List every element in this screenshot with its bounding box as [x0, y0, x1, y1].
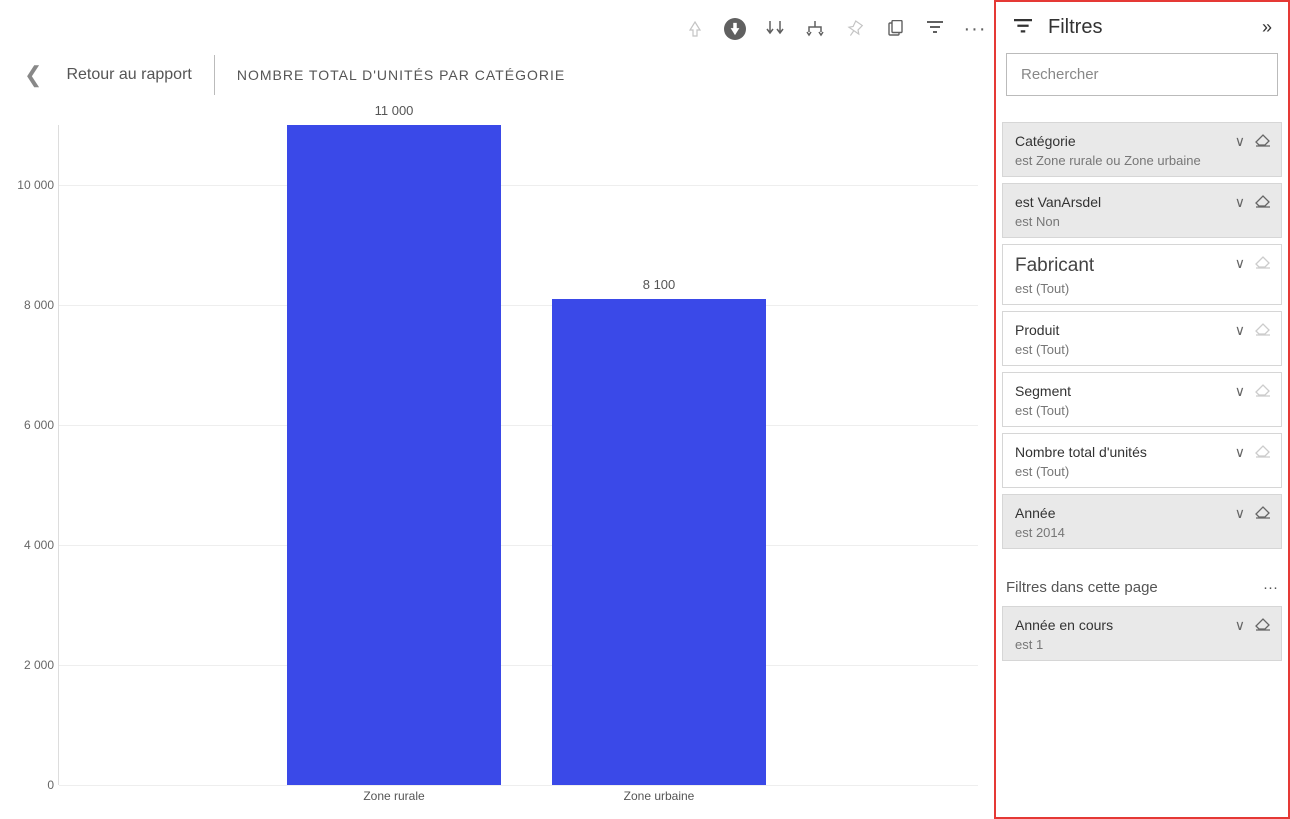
eraser-icon[interactable] [1255, 505, 1271, 519]
filter-card-segment[interactable]: Segment est (Tout) ∨ [1002, 372, 1282, 427]
chevron-down-icon[interactable]: ∨ [1235, 383, 1245, 400]
eraser-icon [1255, 255, 1271, 269]
double-arrow-down-icon [765, 20, 785, 38]
chevron-down-icon[interactable]: ∨ [1235, 133, 1245, 150]
copy-button[interactable] [884, 18, 906, 40]
y-axis: 02 0004 0006 0008 00010 000 [0, 125, 58, 785]
filter-value: est Zone rurale ou Zone urbaine [1015, 153, 1269, 168]
filter-value: est (Tout) [1015, 281, 1269, 296]
pin-icon [846, 20, 864, 38]
chevron-down-icon[interactable]: ∨ [1235, 505, 1245, 522]
search-input[interactable]: Rechercher [1006, 53, 1278, 96]
page-filters-label: Filtres dans cette page [1006, 579, 1158, 596]
grid-line [59, 425, 978, 426]
collapse-panel-button[interactable]: » [1262, 17, 1272, 38]
page-filters-list: Année en cours est 1 ∨ [1002, 606, 1282, 661]
chevron-down-icon[interactable]: ∨ [1235, 322, 1245, 339]
filter-name: Segment [1015, 383, 1269, 399]
y-tick-label: 2 000 [24, 658, 54, 672]
fork-down-icon [805, 20, 825, 38]
filter-card-cat-gorie[interactable]: Catégorie est Zone rurale ou Zone urbaine… [1002, 122, 1282, 177]
filter-value: est 1 [1015, 637, 1269, 652]
filters-title: Filtres [1048, 16, 1102, 39]
bar-value-label: 11 000 [375, 103, 414, 118]
ellipsis-icon: ··· [964, 24, 987, 34]
back-arrow-icon[interactable]: ❮ [24, 62, 42, 88]
filter-value: est 2014 [1015, 525, 1269, 540]
next-level-button[interactable] [764, 18, 786, 40]
visual-toolbar: ··· [684, 18, 986, 40]
grid-line [59, 785, 978, 786]
y-tick-label: 6 000 [24, 418, 54, 432]
back-to-report-link[interactable]: Retour au rapport [66, 66, 191, 84]
filter-name: Produit [1015, 322, 1269, 338]
drill-up-button[interactable] [684, 18, 706, 40]
y-tick-label: 4 000 [24, 538, 54, 552]
eraser-icon [1255, 383, 1271, 397]
grid-line [59, 305, 978, 306]
filter-name: Année en cours [1015, 617, 1269, 633]
filter-card-produit[interactable]: Produit est (Tout) ∨ [1002, 311, 1282, 366]
eraser-icon[interactable] [1255, 133, 1271, 147]
category-label: Zone urbaine [624, 789, 695, 803]
y-tick-label: 10 000 [17, 178, 54, 192]
expand-level-button[interactable] [804, 18, 826, 40]
filter-card-fabricant[interactable]: Fabricant est (Tout) ∨ [1002, 244, 1282, 305]
eraser-icon[interactable] [1255, 194, 1271, 208]
filter-name: Année [1015, 505, 1269, 521]
more-options-button[interactable]: ··· [964, 18, 986, 40]
filter-name: Nombre total d'unités [1015, 444, 1269, 460]
plot-area: 11 000Zone rurale8 100Zone urbaine [58, 125, 978, 785]
filter-name: Catégorie [1015, 133, 1269, 149]
chevron-down-icon[interactable]: ∨ [1235, 617, 1245, 634]
eraser-icon [1255, 444, 1271, 458]
grid-line [59, 185, 978, 186]
filter-value: est (Tout) [1015, 464, 1269, 479]
filter-value: est (Tout) [1015, 342, 1269, 357]
filter-card-est-vanarsdel[interactable]: est VanArsdel est Non ∨ [1002, 183, 1282, 238]
page-filters-header: Filtres dans cette page ··· [1006, 579, 1278, 596]
eraser-icon [1255, 322, 1271, 336]
bar-zone-rurale[interactable]: 11 000 [287, 125, 501, 785]
visual-filters-list: Catégorie est Zone rurale ou Zone urbaine… [1002, 122, 1282, 549]
grid-line [59, 545, 978, 546]
filters-panel-header: Filtres » [1002, 8, 1282, 39]
eraser-icon[interactable] [1255, 617, 1271, 631]
chevron-down-icon[interactable]: ∨ [1235, 194, 1245, 211]
arrow-down-icon [728, 22, 742, 36]
filter-name: Fabricant [1015, 255, 1269, 277]
funnel-icon [926, 21, 944, 37]
filter-card-ann-e[interactable]: Année est 2014 ∨ [1002, 494, 1282, 549]
filters-panel: Filtres » Rechercher Catégorie est Zone r… [994, 0, 1290, 819]
chevron-down-icon[interactable]: ∨ [1235, 255, 1245, 272]
chevron-down-icon[interactable]: ∨ [1235, 444, 1245, 461]
filter-card-ann-e-en-cours[interactable]: Année en cours est 1 ∨ [1002, 606, 1282, 661]
funnel-icon [1012, 19, 1034, 37]
main-report-area: ··· ❮ Retour au rapport NOMBRE TOTAL D'U… [0, 0, 994, 819]
filter-value: est (Tout) [1015, 403, 1269, 418]
grid-line [59, 665, 978, 666]
arrow-up-icon [687, 21, 703, 37]
drill-down-button[interactable] [724, 18, 746, 40]
bar-chart: 02 0004 0006 0008 00010 000 11 000Zone r… [0, 125, 990, 815]
y-tick-label: 0 [47, 778, 54, 792]
copy-icon [886, 20, 904, 38]
filter-button[interactable] [924, 18, 946, 40]
y-tick-label: 8 000 [24, 298, 54, 312]
page-filters-more-button[interactable]: ··· [1263, 579, 1278, 596]
breadcrumb-separator [214, 55, 215, 95]
chart-title: NOMBRE TOTAL D'UNITÉS PAR CATÉGORIE [237, 67, 565, 83]
filter-value: est Non [1015, 214, 1269, 229]
category-label: Zone rurale [363, 789, 424, 803]
pin-button[interactable] [844, 18, 866, 40]
filter-card-nombre-total-d-unit-s[interactable]: Nombre total d'unités est (Tout) ∨ [1002, 433, 1282, 488]
bar-zone-urbaine[interactable]: 8 100 [552, 299, 766, 785]
bar-value-label: 8 100 [643, 277, 676, 292]
filter-name: est VanArsdel [1015, 194, 1269, 210]
breadcrumb: ❮ Retour au rapport NOMBRE TOTAL D'UNITÉ… [24, 55, 565, 95]
